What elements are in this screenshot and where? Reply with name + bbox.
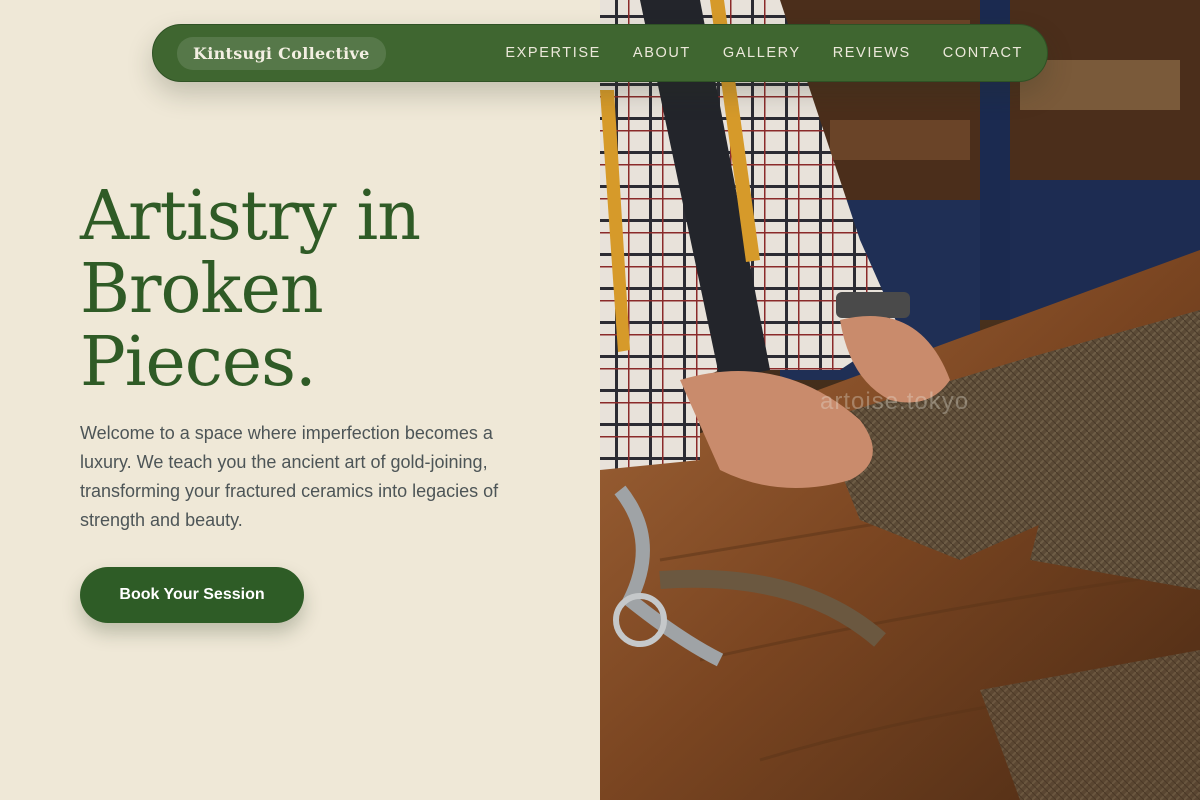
top-navigation-bar: Kintsugi Collective EXPERTISE ABOUT GALL…: [152, 24, 1048, 82]
nav-link-expertise[interactable]: EXPERTISE: [505, 45, 601, 61]
brand-logo[interactable]: Kintsugi Collective: [177, 36, 386, 70]
nav-link-about[interactable]: ABOUT: [633, 45, 691, 61]
nav-link-reviews[interactable]: REVIEWS: [833, 45, 911, 61]
nav-links: EXPERTISE ABOUT GALLERY REVIEWS CONTACT: [473, 45, 1023, 61]
nav-link-contact[interactable]: CONTACT: [943, 45, 1023, 61]
image-watermark: artoise.tokyo: [820, 388, 970, 415]
hero-intro-text: Welcome to a space where imperfection be…: [80, 423, 499, 530]
hero-headline: Artistry in Broken Pieces.: [80, 177, 421, 402]
book-session-button[interactable]: Book Your Session: [80, 567, 304, 623]
nav-link-gallery[interactable]: GALLERY: [723, 45, 801, 61]
hero-image-tailor: artoise.tokyo: [600, 0, 1200, 800]
